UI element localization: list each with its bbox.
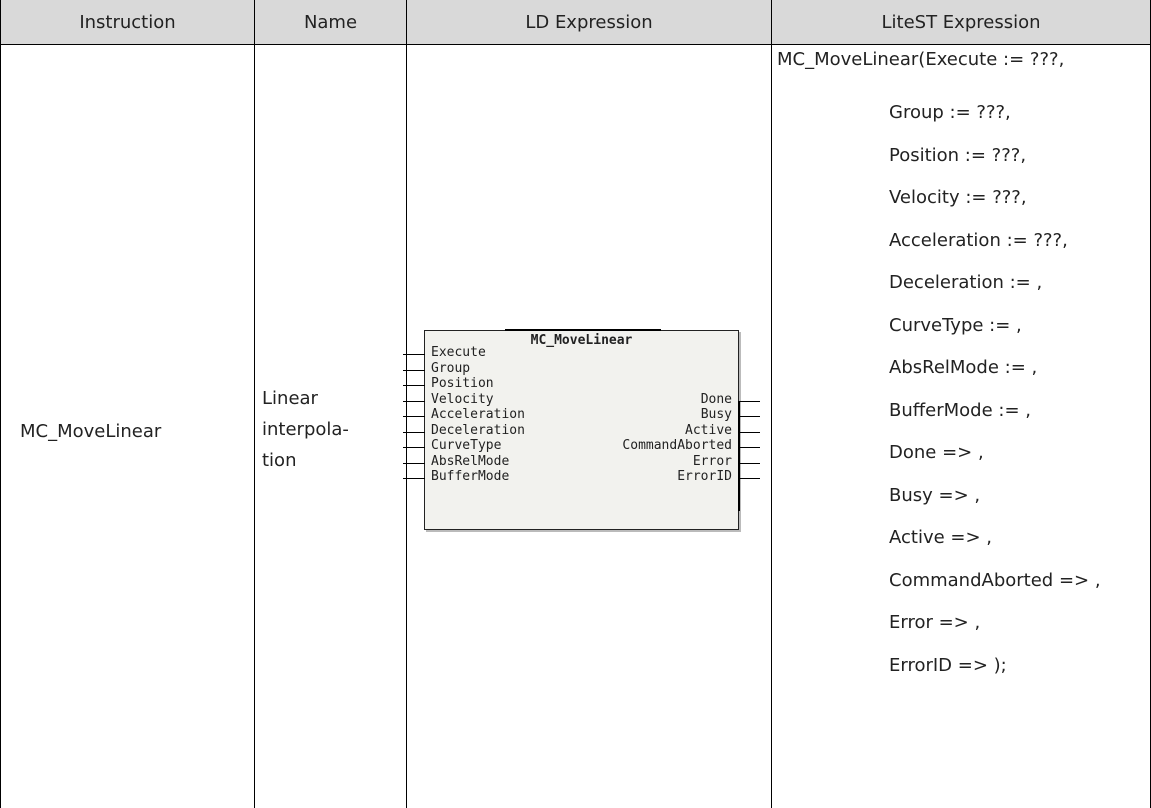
input-pin-label: Deceleration (431, 422, 525, 438)
input-pin-line (403, 354, 425, 355)
input-pin-line (403, 431, 425, 433)
output-pin-line (738, 431, 760, 433)
input-pin-line (403, 369, 425, 371)
st-parameter-line: Group := ???, (889, 102, 1011, 123)
input-pin-label: Velocity (431, 391, 494, 407)
input-pin-label: CurveType (431, 438, 502, 453)
name-line: Linear (262, 388, 318, 409)
st-parameter-line: Busy => , (889, 484, 981, 506)
input-pin-line (403, 462, 425, 464)
cell-litest-expression: MC_MoveLinear(Execute := ???, Group := ?… (772, 45, 1151, 808)
st-parameter-line: Velocity := ???, (889, 187, 1027, 208)
input-pin-line (403, 447, 425, 448)
instruction-table: Instruction Name LD Expression LiteST Ex… (0, 0, 1151, 808)
st-parameter-line: CurveType := , (889, 314, 1022, 336)
output-pin-line (738, 447, 760, 448)
output-pin-label: Done (700, 391, 732, 407)
input-pin-line (403, 400, 425, 402)
name-line: interpola- (262, 419, 349, 440)
input-pin-line (403, 416, 425, 417)
output-pin-label: ErrorID (677, 469, 732, 484)
input-pin-line (403, 478, 425, 479)
output-pin-label: Error (692, 453, 732, 469)
input-pin-label: AbsRelMode (431, 453, 510, 469)
st-parameter-line: Acceleration := ???, (889, 229, 1068, 251)
header-name: Name (255, 0, 407, 45)
input-pin-label: BufferMode (431, 469, 510, 484)
st-parameter-line: CommandAborted => , (889, 569, 1101, 591)
block-title-bar (505, 329, 661, 331)
function-block: MC_MoveLinear Execute Group Position Veloci… (403, 329, 760, 530)
output-pin-line (738, 416, 760, 417)
output-pin-line (738, 400, 760, 402)
input-pin-line (403, 385, 425, 386)
output-pin-label: Busy (700, 407, 732, 422)
header-litest-expression: LiteST Expression (772, 0, 1151, 45)
cell-name: Linear interpola- tion (255, 45, 407, 808)
st-parameter-line: Done => , (889, 442, 984, 463)
st-parameter-line: Active => , (889, 527, 993, 548)
input-pin-label: Acceleration (431, 407, 525, 422)
block-output-edge (738, 401, 740, 511)
st-parameter-line: Deceleration := , (889, 272, 1043, 293)
name-value: Linear interpola- tion (262, 383, 402, 476)
output-pin-label: CommandAborted (622, 438, 732, 453)
input-pin-label: Group (431, 360, 471, 376)
input-pin-label: Execute (431, 345, 486, 360)
header-instruction: Instruction (0, 0, 255, 45)
header-ld-expression: LD Expression (407, 0, 772, 45)
st-parameter-line: ErrorID => ); (889, 654, 1007, 676)
output-pin-label: Active (685, 422, 732, 438)
st-parameter-line: AbsRelMode := , (889, 357, 1038, 378)
output-pin-line (738, 478, 760, 479)
st-call-line: MC_MoveLinear(Execute := ???, (777, 49, 1065, 70)
st-parameter-line: Error => , (889, 612, 981, 633)
st-parameter-line: BufferMode := , (889, 399, 1031, 421)
output-pin-line (738, 462, 760, 464)
name-line: tion (262, 450, 297, 471)
input-pin-label: Position (431, 376, 494, 391)
instruction-value: MC_MoveLinear (20, 421, 162, 442)
cell-instruction: MC_MoveLinear (0, 45, 255, 808)
st-parameter-line: Position := ???, (889, 144, 1027, 166)
